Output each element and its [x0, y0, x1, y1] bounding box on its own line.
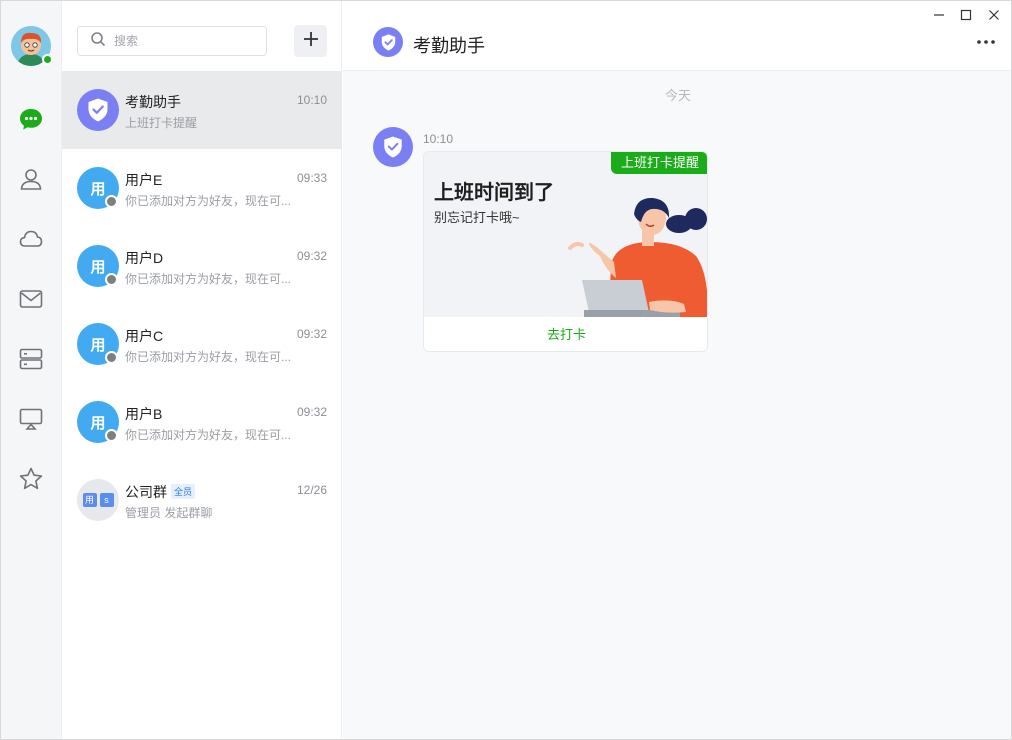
- search-box[interactable]: [77, 26, 267, 56]
- reminder-tag: 上班打卡提醒: [610, 152, 707, 174]
- conversation-time: 09:32: [296, 327, 327, 341]
- add-button[interactable]: [294, 25, 327, 57]
- search-input[interactable]: [114, 34, 254, 48]
- card-subtitle: 别忘记打卡哦~: [434, 210, 520, 225]
- group-avatar: 用 s: [77, 479, 119, 521]
- group-member-avatar: s: [99, 493, 114, 507]
- maximize-icon[interactable]: [956, 5, 976, 25]
- app-window: 考勤助手 10:10 上班打卡提醒 用 用户E 09:33 你已添加对方为好友，…: [0, 0, 1012, 740]
- star-icon[interactable]: [18, 466, 44, 492]
- conversation-name-wrap: 公司群 全员: [125, 482, 196, 502]
- conversation-preview: 你已添加对方为好友，现在可...: [125, 428, 292, 442]
- conversation-name: 考勤助手: [125, 94, 181, 110]
- conversation-preview: 你已添加对方为好友，现在可...: [125, 272, 292, 286]
- card-banner: 上班打卡提醒 上班时间到了 别忘记打卡哦~: [424, 152, 707, 317]
- conversation-name: 用户C: [125, 328, 164, 344]
- offline-status-dot: [105, 273, 118, 286]
- card-title: 上班时间到了: [434, 182, 554, 204]
- search-icon: [90, 31, 106, 52]
- conversation-list: 考勤助手 10:10 上班打卡提醒 用 用户E 09:33 你已添加对方为好友，…: [62, 1, 342, 739]
- shield-check-icon: [373, 27, 403, 57]
- conversation-name: 公司群: [125, 484, 167, 500]
- clock-in-button[interactable]: 去打卡: [424, 317, 707, 351]
- conversation-name: 用户B: [125, 406, 163, 422]
- offline-status-dot: [105, 195, 118, 208]
- conversation-preview: 你已添加对方为好友，现在可...: [125, 194, 292, 208]
- conversation-name: 用户D: [125, 250, 164, 266]
- close-icon[interactable]: [984, 5, 1004, 25]
- date-separator: 今天: [664, 88, 691, 103]
- conversation-time: 12/26: [296, 483, 327, 497]
- more-options-icon[interactable]: [975, 34, 997, 50]
- conversation-time: 10:10: [296, 93, 327, 107]
- screen-cast-icon[interactable]: [18, 406, 44, 432]
- cloud-icon[interactable]: [18, 226, 44, 252]
- shield-check-icon: [384, 136, 402, 158]
- conversation-item-user-b[interactable]: 用 用户B 09:32 你已添加对方为好友，现在可...: [62, 383, 342, 461]
- conversation-item-company-group[interactable]: 用 s 公司群 全员 12/26 管理员 发起群聊: [62, 461, 342, 539]
- nav-rail: [1, 1, 62, 739]
- contacts-icon[interactable]: [18, 166, 44, 192]
- minimize-icon[interactable]: [929, 5, 949, 25]
- conversation-preview: 上班打卡提醒: [125, 116, 198, 130]
- chat-panel: 考勤助手 今天 10:10 上班打卡提醒 上班时间到了 别忘记打卡哦~ 去打卡: [343, 1, 1011, 739]
- conversation-name: 用户E: [125, 172, 163, 188]
- all-staff-badge: 全员: [171, 484, 196, 499]
- conversation-item-user-c[interactable]: 用 用户C 09:32 你已添加对方为好友，现在可...: [62, 305, 342, 383]
- message-time: 10:10: [423, 132, 454, 146]
- conversation-time: 09:33: [296, 171, 327, 185]
- conversation-time: 09:32: [296, 249, 327, 263]
- conversation-item-attendance-assistant[interactable]: 考勤助手 10:10 上班打卡提醒: [62, 71, 342, 149]
- conversation-item-user-d[interactable]: 用 用户D 09:32 你已添加对方为好友，现在可...: [62, 227, 342, 305]
- shield-check-icon: [77, 89, 119, 131]
- offline-status-dot: [105, 429, 118, 442]
- clock-in-reminder-card: 上班打卡提醒 上班时间到了 别忘记打卡哦~ 去打卡: [423, 151, 708, 352]
- online-status-dot: [42, 54, 53, 65]
- conversation-time: 09:32: [296, 405, 327, 419]
- server-icon[interactable]: [18, 346, 44, 372]
- conversation-item-user-e[interactable]: 用 用户E 09:33 你已添加对方为好友，现在可...: [62, 149, 342, 227]
- conversation-preview: 管理员 发起群聊: [125, 506, 213, 520]
- chat-icon[interactable]: [18, 106, 44, 132]
- mail-icon[interactable]: [18, 286, 44, 312]
- chat-header: 考勤助手: [343, 1, 1011, 71]
- plus-icon: [303, 31, 319, 52]
- conversation-preview: 你已添加对方为好友，现在可...: [125, 350, 292, 364]
- offline-status-dot: [105, 351, 118, 364]
- sender-avatar: [373, 127, 413, 167]
- chat-title: 考勤助手: [413, 36, 485, 56]
- group-member-avatar: 用: [82, 493, 97, 507]
